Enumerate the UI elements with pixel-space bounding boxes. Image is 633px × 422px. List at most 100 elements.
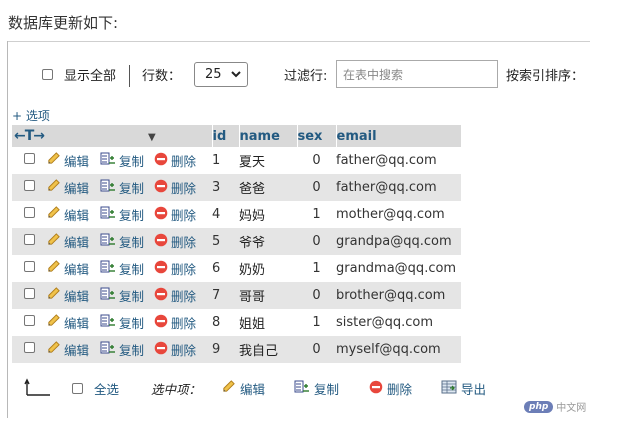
cell-email: mother@qq.com xyxy=(336,201,461,228)
copy-cell: 复制 xyxy=(100,282,154,309)
edit-cell: 编辑 xyxy=(46,147,100,174)
select-all-checkbox[interactable] xyxy=(72,382,83,394)
bulk-copy-button[interactable]: 复制 xyxy=(294,379,339,398)
cell-sex: 0 xyxy=(297,147,336,174)
row-checkbox[interactable] xyxy=(23,180,35,191)
delete-cell: 删除 xyxy=(154,309,212,336)
filter-rows-input[interactable]: 在表中搜索 xyxy=(336,60,498,88)
edit-cell: 编辑 xyxy=(46,201,100,228)
sort-dropdown-icon[interactable]: ▼ xyxy=(148,132,156,143)
row-copy-label: 复制 xyxy=(119,342,145,358)
row-checkbox[interactable] xyxy=(23,234,35,245)
row-copy-label: 复制 xyxy=(119,261,145,277)
filter-label: 过滤行: xyxy=(284,68,328,84)
copy-icon xyxy=(100,151,119,170)
select-all-label[interactable]: 全选 xyxy=(94,379,119,398)
select-all-arrow-icon xyxy=(24,377,52,399)
php-watermark-badge: php xyxy=(524,400,554,413)
delete-icon xyxy=(154,152,171,169)
row-delete-button[interactable]: 删除 xyxy=(154,259,196,278)
row-checkbox-cell xyxy=(12,174,46,201)
cell-sex: 1 xyxy=(297,201,336,228)
row-checkbox[interactable] xyxy=(23,153,35,164)
delete-icon xyxy=(154,260,171,277)
row-delete-button[interactable]: 删除 xyxy=(154,313,196,332)
bulk-delete-button[interactable]: 删除 xyxy=(369,379,412,398)
row-checkbox[interactable] xyxy=(23,207,35,218)
row-edit-button[interactable]: 编辑 xyxy=(46,340,89,359)
rows-select[interactable]: 25 xyxy=(194,62,248,87)
row-delete-label: 删除 xyxy=(171,343,197,358)
row-edit-button[interactable]: 编辑 xyxy=(46,205,89,224)
bulk-copy-label: 复制 xyxy=(314,381,340,397)
cell-sex: 0 xyxy=(297,174,336,201)
copy-cell: 复制 xyxy=(100,336,154,363)
row-copy-button[interactable]: 复制 xyxy=(100,205,144,224)
row-checkbox[interactable] xyxy=(23,342,35,353)
cell-name: 哥哥 xyxy=(239,282,297,309)
row-copy-button[interactable]: 复制 xyxy=(100,340,144,359)
row-edit-label: 编辑 xyxy=(64,153,90,169)
cell-id: 3 xyxy=(212,174,239,201)
row-delete-button[interactable]: 删除 xyxy=(154,232,196,251)
row-edit-button[interactable]: 编辑 xyxy=(46,151,89,170)
results-table: ←T→ ▼ id name sex email 编辑 复制 删除 1 夏天 0 father@… xyxy=(12,125,461,363)
cell-id: 8 xyxy=(212,309,239,336)
row-edit-button[interactable]: 编辑 xyxy=(46,232,89,251)
cell-sex: 0 xyxy=(297,336,336,363)
row-edit-button[interactable]: 编辑 xyxy=(46,286,89,305)
row-controls-header: ←T→ ▼ xyxy=(12,125,212,147)
options-link[interactable]: + 选项 xyxy=(12,107,50,124)
row-delete-label: 删除 xyxy=(171,262,197,277)
column-header-name[interactable]: name xyxy=(238,125,297,147)
copy-cell: 复制 xyxy=(100,228,154,255)
copy-icon xyxy=(100,232,119,251)
php-watermark-text: 中文网 xyxy=(556,403,587,414)
row-checkbox[interactable] xyxy=(23,288,35,299)
edit-cell: 编辑 xyxy=(46,228,100,255)
cell-id: 7 xyxy=(212,282,239,309)
pencil-icon xyxy=(221,379,240,397)
row-copy-button[interactable]: 复制 xyxy=(100,178,144,197)
row-checkbox[interactable] xyxy=(23,261,35,272)
column-header-id[interactable]: id xyxy=(211,125,239,147)
row-copy-button[interactable]: 复制 xyxy=(100,286,144,305)
show-all-control[interactable]: 显示全部 xyxy=(42,61,116,87)
edit-cell: 编辑 xyxy=(46,336,100,363)
with-selected-label: 选中项： xyxy=(151,381,202,397)
row-delete-button[interactable]: 删除 xyxy=(154,340,196,359)
row-checkbox-cell xyxy=(12,147,46,174)
column-header-sex[interactable]: sex xyxy=(296,125,336,147)
row-edit-button[interactable]: 编辑 xyxy=(46,259,89,278)
copy-cell: 复制 xyxy=(100,255,154,282)
show-all-checkbox[interactable] xyxy=(42,68,53,80)
delete-cell: 删除 xyxy=(154,255,212,282)
cell-sex: 0 xyxy=(297,228,336,255)
column-header-email[interactable]: email xyxy=(335,125,461,147)
cell-name: 爷爷 xyxy=(239,228,297,255)
row-delete-button[interactable]: 删除 xyxy=(154,151,196,170)
copy-icon xyxy=(100,340,119,359)
row-checkbox[interactable] xyxy=(23,315,35,326)
cell-email: sister@qq.com xyxy=(336,309,461,336)
row-delete-label: 删除 xyxy=(171,181,197,196)
row-copy-button[interactable]: 复制 xyxy=(100,232,144,251)
row-edit-button[interactable]: 编辑 xyxy=(46,313,89,332)
row-delete-button[interactable]: 删除 xyxy=(154,286,196,305)
delete-cell: 删除 xyxy=(154,282,212,309)
bulk-edit-button[interactable]: 编辑 xyxy=(221,379,265,398)
row-copy-button[interactable]: 复制 xyxy=(100,259,144,278)
cell-id: 5 xyxy=(212,228,239,255)
table-row: 编辑 复制 删除 7 哥哥 0 brother@qq.com xyxy=(12,282,461,309)
bulk-export-button[interactable]: 导出 xyxy=(441,379,486,398)
row-delete-button[interactable]: 删除 xyxy=(154,205,196,224)
row-copy-button[interactable]: 复制 xyxy=(100,151,144,170)
column-resize-arrows-icon[interactable]: ←T→ xyxy=(12,128,45,144)
row-delete-button[interactable]: 删除 xyxy=(154,178,196,197)
cell-email: grandma@qq.com xyxy=(336,255,461,282)
row-edit-button[interactable]: 编辑 xyxy=(46,178,89,197)
export-icon xyxy=(441,379,461,398)
row-copy-button[interactable]: 复制 xyxy=(100,313,144,332)
chevron-down-icon xyxy=(230,68,242,83)
table-header-row: ←T→ ▼ id name sex email xyxy=(12,125,461,147)
